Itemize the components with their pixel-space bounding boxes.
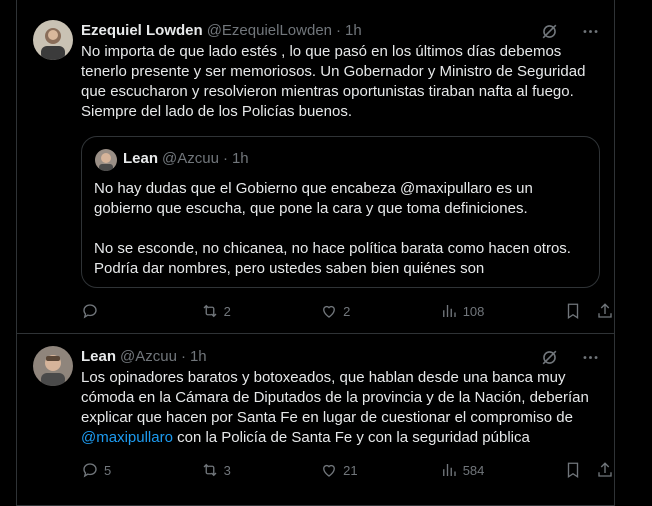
scrollbar-track[interactable] bbox=[626, 0, 652, 506]
tweet-secondary-actions bbox=[564, 461, 614, 479]
more-icon[interactable] bbox=[581, 22, 600, 41]
tweet-text: Los opinadores baratos y botoxeados, que… bbox=[81, 368, 606, 448]
more-icon[interactable] bbox=[581, 348, 600, 367]
views-icon bbox=[442, 305, 456, 317]
reply-icon bbox=[83, 463, 97, 478]
quote-timestamp: 1h bbox=[231, 150, 249, 167]
share-icon bbox=[598, 303, 612, 318]
like-button[interactable]: 2 bbox=[320, 302, 360, 320]
bookmark-icon bbox=[567, 462, 579, 479]
avatar[interactable] bbox=[33, 20, 73, 60]
tweet-text-part: con la Policía de Santa Fe y con la segu… bbox=[172, 429, 530, 446]
reply-count: 5 bbox=[104, 462, 112, 478]
quote-header: Lean @Azcuu · 1h bbox=[123, 150, 249, 167]
tweet-actions: 5 3 21 584 bbox=[81, 460, 614, 480]
like-icon bbox=[323, 305, 336, 318]
bookmark-icon bbox=[567, 303, 579, 320]
quote-text: No hay dudas que el Gobierno que encabez… bbox=[94, 180, 571, 277]
quoted-tweet[interactable]: Lean @Azcuu · 1h No hay dudas que el Gob… bbox=[81, 136, 600, 288]
tweet-header: Lean @Azcuu · 1h bbox=[81, 346, 207, 366]
avatar[interactable] bbox=[33, 346, 73, 386]
author-name[interactable]: Ezequiel Lowden bbox=[81, 22, 203, 39]
tweet[interactable]: Lean @Azcuu · 1h Los opinadores baratos … bbox=[17, 334, 614, 506]
tweet-text-part: Los opinadores baratos y botoxeados, que… bbox=[81, 369, 589, 426]
tweet-text: No importa de que lado estés , lo que pa… bbox=[81, 43, 586, 120]
tweet-actions: 2 2 108 bbox=[81, 301, 614, 321]
tweet-header-actions bbox=[540, 348, 600, 367]
grok-icon[interactable] bbox=[540, 22, 559, 41]
grok-icon[interactable] bbox=[540, 348, 559, 367]
like-count: 2 bbox=[343, 303, 351, 319]
reply-button[interactable]: 5 bbox=[81, 461, 121, 479]
like-icon bbox=[323, 464, 336, 477]
retweet-icon bbox=[203, 463, 217, 477]
views-icon bbox=[442, 464, 456, 476]
reply-button[interactable] bbox=[81, 302, 121, 320]
share-icon bbox=[598, 462, 612, 477]
share-button[interactable] bbox=[596, 461, 614, 479]
tweet-secondary-actions bbox=[564, 302, 614, 320]
views-count: 584 bbox=[462, 462, 485, 478]
retweet-icon bbox=[203, 304, 217, 318]
mention-link[interactable]: @maxipullaro bbox=[81, 429, 173, 446]
author-handle[interactable]: @EzequielLowden bbox=[207, 22, 332, 39]
timeline: Ezequiel Lowden @EzequielLowden · 1h No … bbox=[16, 0, 615, 506]
quote-author-handle: @Azcuu bbox=[162, 150, 219, 167]
views-button[interactable]: 108 bbox=[440, 302, 485, 320]
timestamp[interactable]: 1h bbox=[345, 22, 362, 39]
like-button[interactable]: 21 bbox=[320, 461, 360, 479]
separator: · bbox=[222, 150, 228, 167]
quote-author-name: Lean bbox=[123, 150, 159, 167]
retweet-count: 3 bbox=[223, 462, 231, 478]
tweet-header: Ezequiel Lowden @EzequielLowden · 1h bbox=[81, 20, 362, 40]
views-count: 108 bbox=[462, 303, 485, 319]
retweet-button[interactable]: 2 bbox=[201, 302, 241, 320]
retweet-count: 2 bbox=[223, 303, 231, 319]
tweet-header-actions bbox=[540, 22, 600, 41]
reply-icon bbox=[83, 304, 97, 319]
author-handle[interactable]: @Azcuu bbox=[120, 348, 177, 365]
bookmark-button[interactable] bbox=[564, 302, 582, 320]
like-count: 21 bbox=[343, 462, 358, 478]
quote-avatar bbox=[95, 149, 117, 171]
author-name[interactable]: Lean bbox=[81, 348, 116, 365]
retweet-button[interactable]: 3 bbox=[201, 461, 241, 479]
separator: · bbox=[180, 347, 186, 365]
timestamp[interactable]: 1h bbox=[190, 348, 207, 365]
share-button[interactable] bbox=[596, 302, 614, 320]
tweet[interactable]: Ezequiel Lowden @EzequielLowden · 1h No … bbox=[17, 0, 614, 334]
separator: · bbox=[336, 21, 341, 39]
bookmark-button[interactable] bbox=[564, 461, 582, 479]
views-button[interactable]: 584 bbox=[440, 461, 485, 479]
